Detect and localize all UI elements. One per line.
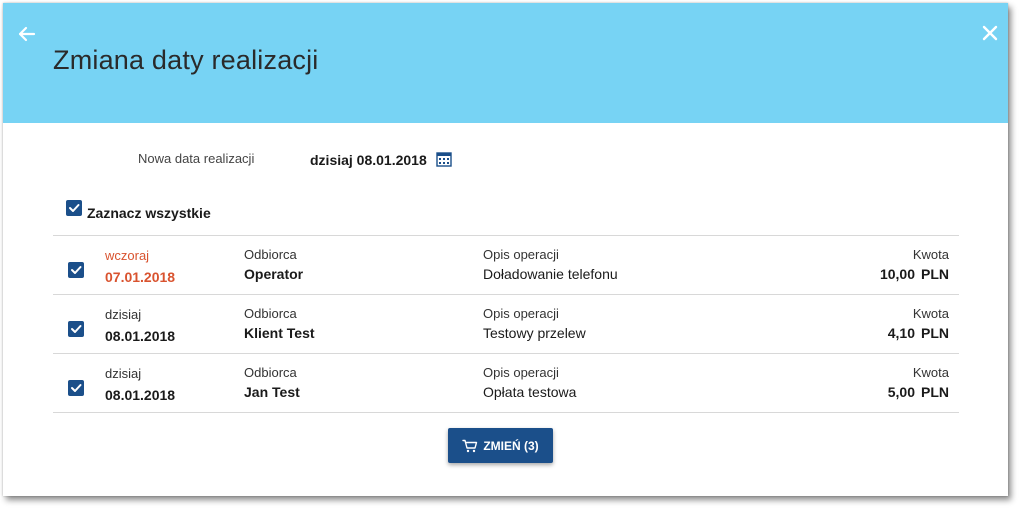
- amount-currency: PLN: [921, 384, 949, 400]
- row-checkbox[interactable]: [68, 262, 84, 278]
- change-button-label: ZMIEŃ (3): [483, 438, 539, 453]
- operation-row: wczoraj 07.01.2018 Odbiorca Operator Opi…: [53, 235, 959, 294]
- row-day: dzisiaj: [105, 307, 142, 322]
- arrow-left-icon[interactable]: [17, 25, 37, 43]
- checkmark-icon: [71, 384, 82, 392]
- amount-label: Kwota: [912, 247, 949, 262]
- row-date: 08.01.2018: [105, 387, 176, 403]
- amount-number: 10,00: [879, 266, 915, 282]
- description-label: Opis operacji: [483, 247, 559, 262]
- description-value: Opłata testowa: [483, 384, 577, 400]
- amount-value: 10,00 PLN: [880, 266, 949, 282]
- row-day: dzisiaj: [105, 366, 142, 381]
- operations-list: wczoraj 07.01.2018 Odbiorca Operator Opi…: [53, 235, 959, 413]
- cart-icon: [462, 439, 478, 452]
- select-all-checkbox[interactable]: [66, 200, 82, 216]
- date-field-label: Nowa data realizacji: [138, 151, 255, 166]
- change-date-dialog: Zmiana daty realizacji Nowa data realiza…: [3, 3, 1008, 496]
- recipient-value: Jan Test: [244, 384, 300, 400]
- description-value: Testowy przelew: [483, 325, 586, 341]
- checkmark-icon: [69, 204, 80, 212]
- description-value: Doładowanie telefonu: [483, 266, 618, 282]
- recipient-label: Odbiorca: [244, 306, 297, 321]
- description-label: Opis operacji: [483, 365, 559, 380]
- operation-row: dzisiaj 08.01.2018 Odbiorca Jan Test Opi…: [53, 353, 959, 413]
- recipient-label: Odbiorca: [244, 247, 297, 262]
- amount-label: Kwota: [912, 306, 949, 321]
- amount-label: Kwota: [912, 365, 949, 380]
- recipient-value: Operator: [244, 266, 304, 282]
- select-all-label[interactable]: Zaznacz wszystkie: [87, 205, 211, 221]
- amount-currency: PLN: [921, 266, 949, 282]
- page-title: Zmiana daty realizacji: [53, 45, 319, 75]
- amount-value: 4,10 PLN: [888, 325, 949, 341]
- row-checkbox[interactable]: [68, 380, 84, 396]
- dialog-header: Zmiana daty realizacji: [3, 3, 1008, 123]
- close-icon[interactable]: [980, 23, 1000, 43]
- amount-number: 4,10: [887, 325, 915, 341]
- recipient-value: Klient Test: [244, 325, 315, 341]
- description-label: Opis operacji: [483, 306, 559, 321]
- row-date: 08.01.2018: [105, 328, 176, 344]
- row-date: 07.01.2018: [105, 269, 176, 285]
- row-day: wczoraj: [105, 248, 150, 263]
- checkmark-icon: [71, 266, 82, 274]
- row-checkbox[interactable]: [68, 321, 84, 337]
- recipient-label: Odbiorca: [244, 365, 297, 380]
- operation-row: dzisiaj 08.01.2018 Odbiorca Klient Test …: [53, 294, 959, 353]
- checkmark-icon: [71, 325, 82, 333]
- amount-currency: PLN: [921, 325, 949, 341]
- amount-number: 5,00: [887, 384, 915, 400]
- date-field-value[interactable]: dzisiaj 08.01.2018: [310, 152, 427, 168]
- change-button[interactable]: ZMIEŃ (3): [448, 428, 553, 463]
- calendar-icon[interactable]: [436, 151, 452, 167]
- amount-value: 5,00 PLN: [888, 384, 949, 400]
